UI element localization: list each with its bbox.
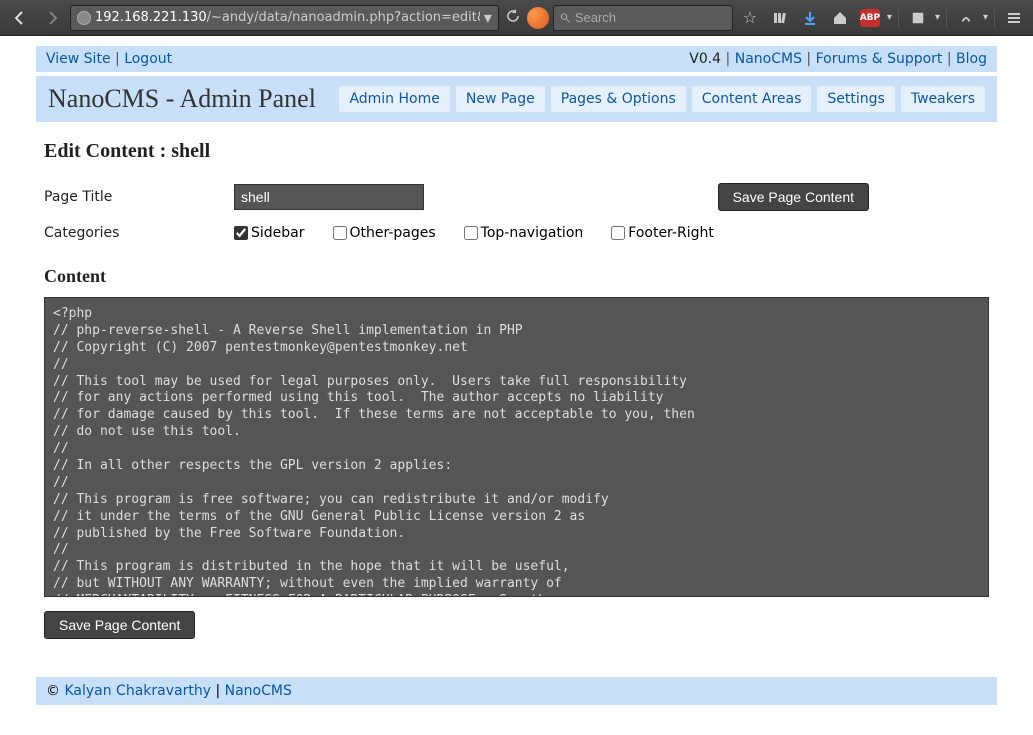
nanocms-footer-link[interactable]: NanoCMS	[225, 683, 292, 699]
forward-button[interactable]	[38, 4, 66, 32]
abp-icon[interactable]: ABP	[857, 5, 883, 31]
chevron-down-icon[interactable]: ▾	[935, 12, 940, 23]
nav-tabs: Admin Home New Page Pages & Options Cont…	[339, 86, 985, 112]
browser-toolbar: 192.168.221.130/~andy/data/nanoadmin.php…	[0, 0, 1033, 36]
library-icon[interactable]	[767, 5, 793, 31]
version-text: V0.4	[689, 51, 721, 67]
page-heading: Edit Content : shell	[44, 140, 989, 163]
chevron-down-icon[interactable]: ▾	[983, 12, 988, 23]
url-text: 192.168.221.130/~andy/data/nanoadmin.php…	[95, 10, 480, 25]
blog-link[interactable]: Blog	[956, 51, 987, 67]
addon-icon-2[interactable]	[953, 5, 979, 31]
tab-pages-options[interactable]: Pages & Options	[551, 86, 686, 112]
reload-button[interactable]	[503, 8, 523, 28]
page-body: View Site | Logout V0.4 | NanoCMS | Foru…	[0, 36, 1033, 735]
forums-link[interactable]: Forums & Support	[816, 51, 943, 67]
category-top-nav-checkbox[interactable]	[464, 226, 478, 240]
bookmark-star-icon[interactable]: ☆	[737, 5, 763, 31]
tab-settings[interactable]: Settings	[817, 86, 894, 112]
header-bar: NanoCMS - Admin Panel Admin Home New Pag…	[36, 76, 997, 122]
downloads-icon[interactable]	[797, 5, 823, 31]
search-bar[interactable]	[553, 5, 733, 31]
search-input[interactable]	[575, 10, 726, 25]
save-button-bottom[interactable]: Save Page Content	[44, 611, 195, 639]
category-sidebar-checkbox[interactable]	[234, 226, 248, 240]
back-button[interactable]	[6, 4, 34, 32]
address-bar[interactable]: 192.168.221.130/~andy/data/nanoadmin.php…	[70, 5, 499, 31]
category-other-pages[interactable]: Other-pages	[333, 225, 436, 241]
chevron-down-icon[interactable]: ▾	[887, 12, 892, 23]
category-sidebar[interactable]: Sidebar	[234, 225, 305, 241]
top-links-bar: View Site | Logout V0.4 | NanoCMS | Foru…	[36, 46, 997, 72]
tab-content-areas[interactable]: Content Areas	[692, 86, 812, 112]
home-icon[interactable]	[827, 5, 853, 31]
category-footer-right-checkbox[interactable]	[611, 226, 625, 240]
tab-tweakers[interactable]: Tweakers	[901, 86, 985, 112]
category-other-pages-checkbox[interactable]	[333, 226, 347, 240]
content-subheading: Content	[44, 266, 989, 287]
content-textarea[interactable]	[44, 297, 989, 597]
firefox-logo-icon[interactable]	[527, 7, 549, 29]
save-button-top[interactable]: Save Page Content	[718, 183, 869, 211]
categories-label: Categories	[44, 225, 234, 241]
footer-bar: © Kalyan Chakravarthy | NanoCMS	[36, 677, 997, 705]
page-title-label: Page Title	[44, 189, 234, 205]
nanocms-link[interactable]: NanoCMS	[735, 51, 802, 67]
category-footer-right[interactable]: Footer-Right	[611, 225, 714, 241]
hamburger-menu-icon[interactable]	[1001, 5, 1027, 31]
logout-link[interactable]: Logout	[124, 51, 172, 67]
view-site-link[interactable]: View Site	[46, 51, 111, 67]
dropdown-icon[interactable]: ▾	[484, 8, 492, 27]
tab-new-page[interactable]: New Page	[456, 86, 545, 112]
tab-admin-home[interactable]: Admin Home	[339, 86, 449, 112]
site-title: NanoCMS - Admin Panel	[48, 84, 316, 114]
author-link[interactable]: Kalyan Chakravarthy	[64, 683, 211, 699]
globe-icon	[77, 11, 91, 25]
copyright-symbol: ©	[46, 683, 60, 699]
page-title-input[interactable]	[234, 184, 424, 210]
addon-icon-1[interactable]	[905, 5, 931, 31]
content-area: Edit Content : shell Page Title Save Pag…	[36, 122, 997, 657]
category-top-navigation[interactable]: Top-navigation	[464, 225, 584, 241]
